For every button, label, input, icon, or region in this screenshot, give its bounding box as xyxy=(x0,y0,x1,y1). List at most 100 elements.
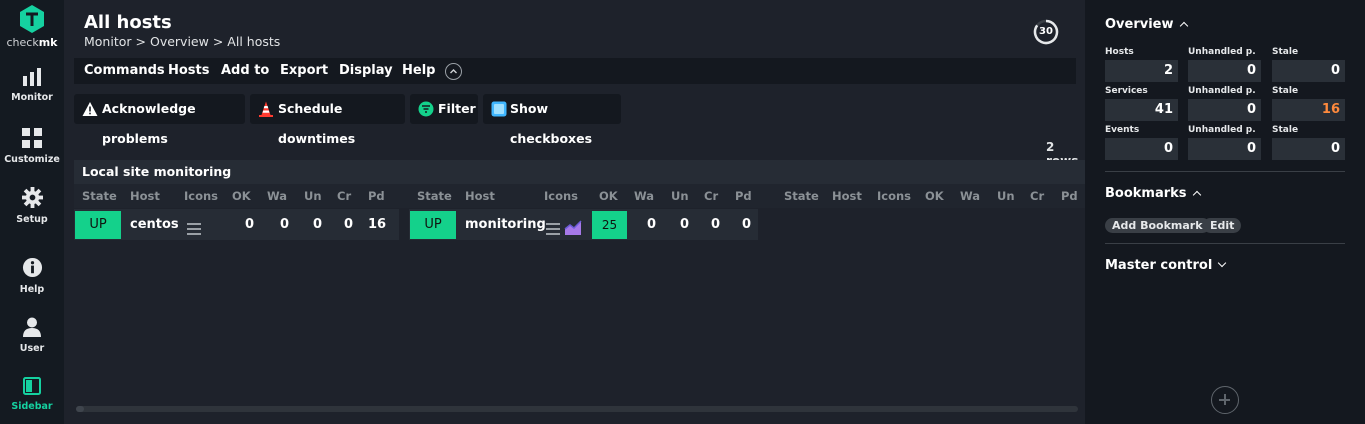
menu-display[interactable]: Display xyxy=(339,58,393,84)
column-header-host[interactable]: Host xyxy=(832,184,862,209)
page-menu-bar: Commands Hosts Add to Export Display Hel… xyxy=(74,58,1076,84)
column-header-crit[interactable]: Cr xyxy=(337,184,351,209)
column-header-host[interactable]: Host xyxy=(130,184,160,209)
column-header-ok[interactable]: OK xyxy=(925,184,944,209)
collapse-shortcuts-button[interactable] xyxy=(445,63,462,80)
edit-bookmarks-button[interactable]: Edit xyxy=(1203,218,1242,233)
host-name-link[interactable]: centos xyxy=(130,209,179,240)
events-unhandled-count[interactable]: 0 xyxy=(1188,138,1261,160)
menu-add-to[interactable]: Add to xyxy=(221,58,269,84)
nav-help-label: Help xyxy=(19,284,45,295)
menu-icon[interactable] xyxy=(545,217,561,248)
sidebar: Overview Hosts Unhandled p. Stale 2 0 0 … xyxy=(1085,0,1365,424)
column-header-crit[interactable]: Cr xyxy=(1030,184,1044,209)
column-header-warn[interactable]: Wa xyxy=(267,184,287,209)
menu-commands[interactable]: Commands xyxy=(84,58,165,84)
filter-button[interactable]: Filter xyxy=(410,94,478,124)
nav-sidebar[interactable]: Sidebar xyxy=(0,377,64,412)
services-stale-count[interactable]: 16 xyxy=(1272,99,1345,121)
column-header-host[interactable]: Host xyxy=(465,184,495,209)
service-count-pending[interactable]: 16 xyxy=(368,209,386,240)
service-count-ok[interactable]: 25 xyxy=(592,211,627,239)
nav-user[interactable]: User xyxy=(0,317,64,354)
menu-help[interactable]: Help xyxy=(402,58,435,84)
divider xyxy=(1105,243,1345,244)
nav-setup[interactable]: Setup xyxy=(0,187,64,225)
column-header-state[interactable]: State xyxy=(417,184,452,209)
breadcrumb-overview[interactable]: Overview xyxy=(150,34,209,49)
monitor-bars-icon xyxy=(23,68,41,86)
menu-hosts[interactable]: Hosts xyxy=(168,58,210,84)
horizontal-scrollbar[interactable] xyxy=(76,406,1078,412)
acknowledge-problems-button[interactable]: Acknowledge problems xyxy=(74,94,245,146)
services-unhandled-count[interactable]: 0 xyxy=(1188,99,1261,121)
breadcrumb-separator: > xyxy=(212,34,224,49)
column-header-unknown[interactable]: Un xyxy=(304,184,322,209)
column-header-pending[interactable]: Pd xyxy=(1061,184,1078,209)
column-header-unknown[interactable]: Un xyxy=(997,184,1015,209)
page-reload-timer[interactable]: 30 xyxy=(1033,19,1059,45)
column-header-crit[interactable]: Cr xyxy=(704,184,718,209)
chevron-up-icon xyxy=(1179,21,1188,31)
column-header-state[interactable]: State xyxy=(82,184,117,209)
nav-monitor[interactable]: Monitor xyxy=(0,68,64,103)
column-header-icons[interactable]: Icons xyxy=(184,184,218,209)
column-header-warn[interactable]: Wa xyxy=(960,184,980,209)
service-count-warn[interactable]: 0 xyxy=(647,209,656,240)
add-bookmark-button[interactable]: Add Bookmark xyxy=(1105,218,1210,233)
bookmarks-snapin-title[interactable]: Bookmarks xyxy=(1105,186,1201,201)
column-header-icons[interactable]: Icons xyxy=(877,184,911,209)
nav-customize-label: Customize xyxy=(4,154,60,165)
service-count-crit[interactable]: 0 xyxy=(711,209,720,240)
services-stale-label: Stale xyxy=(1272,86,1299,96)
schedule-downtimes-label: Schedule downtimes xyxy=(278,101,356,146)
column-header-pending[interactable]: Pd xyxy=(368,184,385,209)
scrollbar-thumb[interactable] xyxy=(76,406,84,412)
hosts-unhandled-count[interactable]: 0 xyxy=(1188,60,1261,82)
breadcrumb-all-hosts[interactable]: All hosts xyxy=(227,34,280,49)
service-count-unknown[interactable]: 0 xyxy=(313,209,322,240)
column-header-ok[interactable]: OK xyxy=(232,184,251,209)
overview-snapin-title[interactable]: Overview xyxy=(1105,17,1188,32)
menu-export[interactable]: Export xyxy=(280,58,328,84)
show-checkboxes-button[interactable]: Show checkboxes xyxy=(483,94,621,146)
chevron-up-icon xyxy=(450,69,457,74)
column-header-warn[interactable]: Wa xyxy=(634,184,654,209)
host-name-link[interactable]: monitoring xyxy=(465,209,546,240)
service-count-warn[interactable]: 0 xyxy=(280,209,289,240)
events-stale-count[interactable]: 0 xyxy=(1272,138,1345,160)
service-count-pending[interactable]: 0 xyxy=(742,209,751,240)
hosts-unhandled-label: Unhandled p. xyxy=(1188,47,1256,57)
column-header-unknown[interactable]: Un xyxy=(671,184,689,209)
divider xyxy=(1105,171,1345,172)
host-state-up: UP xyxy=(75,211,121,239)
graph-icon[interactable] xyxy=(564,216,582,247)
site-group-header: Local site monitoring xyxy=(74,160,1085,184)
nav-user-label: User xyxy=(19,343,45,354)
nav-sidebar-label: Sidebar xyxy=(11,401,53,412)
breadcrumb-monitor[interactable]: Monitor xyxy=(84,34,132,49)
service-count-crit[interactable]: 0 xyxy=(344,209,353,240)
traffic-cone-icon xyxy=(259,101,273,117)
reload-seconds: 30 xyxy=(1039,26,1053,37)
service-count-ok[interactable]: 0 xyxy=(245,209,254,240)
nav-customize[interactable]: Customize xyxy=(0,128,64,165)
add-snapin-button[interactable] xyxy=(1211,386,1239,414)
events-count[interactable]: 0 xyxy=(1105,138,1178,160)
hosts-count[interactable]: 2 xyxy=(1105,60,1178,82)
column-header-state[interactable]: State xyxy=(784,184,819,209)
hosts-stale-count[interactable]: 0 xyxy=(1272,60,1345,82)
column-header-ok[interactable]: OK xyxy=(599,184,618,209)
menu-icon[interactable] xyxy=(186,217,202,248)
sidebar-icon xyxy=(23,377,41,395)
column-header-pending[interactable]: Pd xyxy=(735,184,752,209)
services-label: Services xyxy=(1105,86,1148,96)
services-count[interactable]: 41 xyxy=(1105,99,1178,121)
service-count-unknown[interactable]: 0 xyxy=(680,209,689,240)
table-header-row: State Host Icons OK Wa Un Cr Pd State Ho… xyxy=(74,184,1085,208)
schedule-downtimes-button[interactable]: Schedule downtimes xyxy=(250,94,405,146)
nav-help[interactable]: Help xyxy=(0,257,64,295)
checkmk-logo[interactable]: checkmk xyxy=(0,4,64,49)
master-control-snapin-title[interactable]: Master control xyxy=(1105,258,1227,273)
column-header-icons[interactable]: Icons xyxy=(544,184,578,209)
